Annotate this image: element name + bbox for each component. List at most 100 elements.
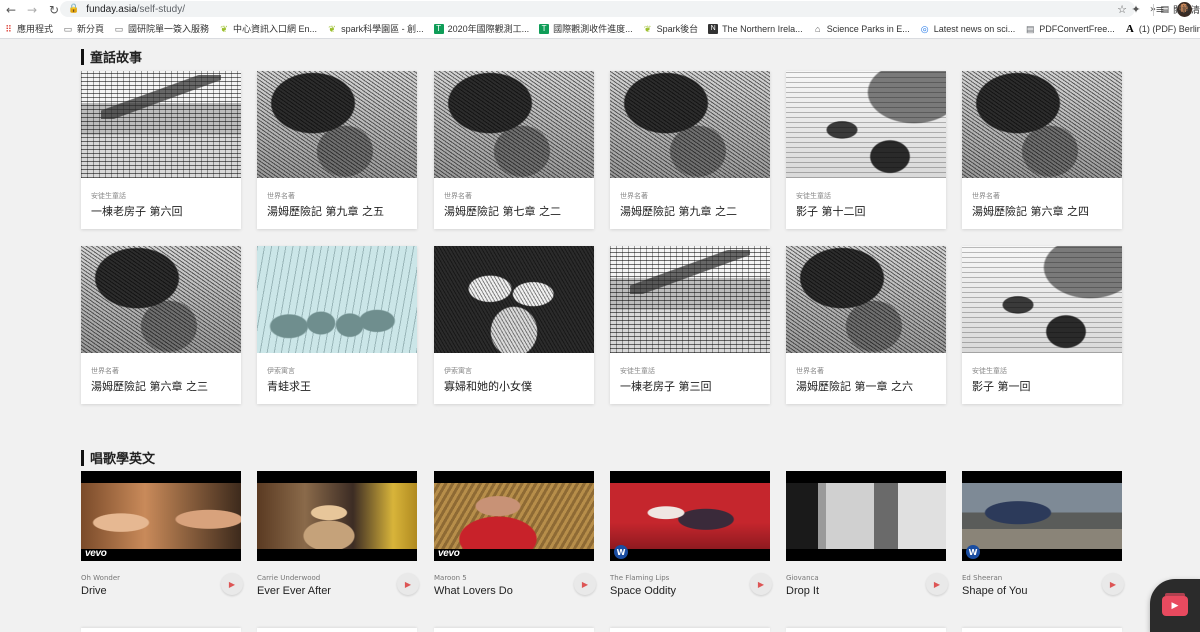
back-arrow-icon[interactable]: ← [3,2,19,18]
url-text: funday.asia/self-study/ [86,3,185,15]
story-thumbnail [257,246,417,353]
story-title: 湯姆歷險記 第一章 之六 [796,380,913,393]
bookmark-item[interactable]: ▭ 新分頁 [63,22,104,35]
story-card[interactable]: 伊索寓言 寡婦和她的小女僕 [434,246,594,404]
song-thumbnail [257,471,417,561]
reading-list-button[interactable]: ▤ 閱讀清 [1153,3,1200,16]
bookmark-label: 應用程式 [17,24,54,34]
bookmark-label: 中心資訊入口網 En... [233,24,318,34]
story-card[interactable]: 世界名著 湯姆歷險記 第六章 之四 [962,71,1122,229]
bookmark-label: 國際觀測收件進度... [553,24,633,34]
song-title: Shape of You [962,585,1028,597]
letterbox-bar [786,549,946,561]
bookmark-item[interactable]: ❦ 中心資訊入口網 En... [219,22,317,35]
warner-logo-icon: W [614,545,628,559]
song-thumbnail: W [962,471,1122,561]
bookmark-item[interactable]: ⠿ 應用程式 [3,22,53,35]
bookmark-item[interactable]: ▤ PDFConvertFree... [1025,24,1115,34]
bookmarks-bar: ⠿ 應用程式 ▭ 新分頁 ▭ 國研院單一簽入服務 ❦ 中心資訊入口網 En... ❦ spark科… [0,19,1200,39]
bookmark-item[interactable]: A (1) (PDF) Berlin-Ad... [1125,22,1200,35]
lock-icon: 🔒 [68,4,80,14]
song-artist: Giovanca [786,574,819,582]
bookmark-item[interactable]: T 國際觀測收件進度... [539,22,633,35]
play-icon[interactable]: ▶ [574,573,596,595]
story-thumbnail [434,246,594,353]
bookmarks-separator [1153,3,1155,16]
story-card[interactable]: 世界名著湯姆歷險記 第一章 之六 [786,246,946,404]
song-card[interactable]: Carrie Underwood Ever Ever After ▶ [257,471,419,603]
bookmark-label: spark科學園區 - 創... [341,24,424,34]
news-icon: N [708,23,719,34]
next-row-card [610,628,770,632]
story-title: 湯姆歷險記 第六章 之四 [972,205,1089,218]
floating-video-button[interactable]: ▶ [1150,579,1200,632]
song-card[interactable]: W Ed Sheeran Shape of You ▶ [962,471,1124,603]
story-category: 世界名著 [620,192,648,200]
story-card[interactable]: 世界名著 湯姆歷險記 第七章 之二 [434,71,594,229]
song-card[interactable]: W The Flaming Lips Space Oddity ▶ [610,471,772,603]
song-title: Drive [81,585,107,597]
bookmark-item[interactable]: ❦ spark科學園區 - 創... [327,22,424,35]
bookmark-item[interactable]: N The Northern Irela... [708,23,803,34]
story-card[interactable]: 世界名著 湯姆歷險記 第九章 之五 [257,71,417,229]
play-icon[interactable]: ▶ [397,573,419,595]
bookmark-star-icon[interactable]: ☆ [1117,3,1127,16]
bookmark-label: Spark後台 [656,24,699,34]
video-player-icon: ▶ [1162,592,1188,616]
forward-arrow-icon[interactable]: → [24,2,40,18]
story-card[interactable]: 安徒生童話 一棟老房子 第三回 [610,246,770,404]
story-title: 湯姆歷險記 第六章 之三 [91,380,208,393]
song-thumbnail: vevo [434,471,594,561]
bookmark-item[interactable]: T 2020年國際觀測工... [433,22,529,35]
story-card[interactable]: 安徒生童話 影子 第一回 [962,246,1122,404]
extensions-puzzle-icon[interactable]: ✦ [1129,1,1143,17]
next-row-card [786,628,946,632]
song-artist: Oh Wonder [81,574,121,582]
letterbox-bar [786,471,946,483]
letterbox-bar [434,471,594,483]
next-row-card [81,628,241,632]
doc-icon: ▭ [114,23,124,34]
play-icon[interactable]: ▶ [926,573,948,595]
sheet-icon: T [539,23,550,34]
next-row-card [434,628,594,632]
vevo-logo: vevo [438,548,460,559]
bookmark-item[interactable]: ▭ 國研院單一簽入服務 [114,22,209,35]
bookmark-label: 國研院單一簽入服務 [128,24,210,34]
letterbox-bar [257,471,417,483]
letterbox-bar [962,471,1122,483]
story-title: 青蛙求王 [267,380,311,393]
story-category: 世界名著 [267,192,295,200]
address-bar[interactable]: 🔒 funday.asia/self-study/ ☆ [60,1,1135,17]
song-card[interactable]: vevo Oh Wonder Drive ▶ [81,471,243,603]
story-card[interactable]: 安徒生童話 影子 第十二回 [786,71,946,229]
video-frame [81,483,241,549]
warner-logo-icon: W [966,545,980,559]
story-card[interactable]: 伊索寓言 青蛙求王 [257,246,417,404]
story-card[interactable]: 世界名著 湯姆歷險記 第九章 之二 [610,71,770,229]
bookmark-item[interactable]: ❦ Spark後台 [643,22,699,35]
story-card[interactable]: 世界名著 湯姆歷險記 第六章 之三 [81,246,241,404]
story-category: 世界名著 [444,192,472,200]
letterbox-bar [257,549,417,561]
story-title: 一棟老房子 第六回 [91,205,183,218]
letterbox-bar [81,471,241,483]
story-category: 世界名著 [796,367,824,375]
song-thumbnail: vevo [81,471,241,561]
song-card[interactable]: Giovanca Drop It ▶ [786,471,948,603]
play-icon[interactable]: ▶ [221,573,243,595]
reading-list-book-icon: ▤ [1160,4,1169,15]
video-frame [434,483,594,549]
story-card[interactable]: 安徒生童話一棟老房子 第六回 [81,71,241,229]
story-category: 安徒生童話 [91,192,126,200]
play-icon[interactable]: ▶ [1102,573,1124,595]
bookmark-item[interactable]: ◎ Latest news on sci... [920,23,1015,34]
bookmark-item[interactable]: ⌂ Science Parks in E... [813,24,910,34]
story-thumbnail [257,71,417,178]
play-icon[interactable]: ▶ [750,573,772,595]
song-artist: Ed Sheeran [962,574,1003,582]
song-card[interactable]: vevo Maroon 5 What Lovers Do ▶ [434,471,596,603]
globe-icon: ◎ [920,23,929,34]
A-icon: A [1125,22,1134,35]
story-category: 伊索寓言 [267,367,295,375]
